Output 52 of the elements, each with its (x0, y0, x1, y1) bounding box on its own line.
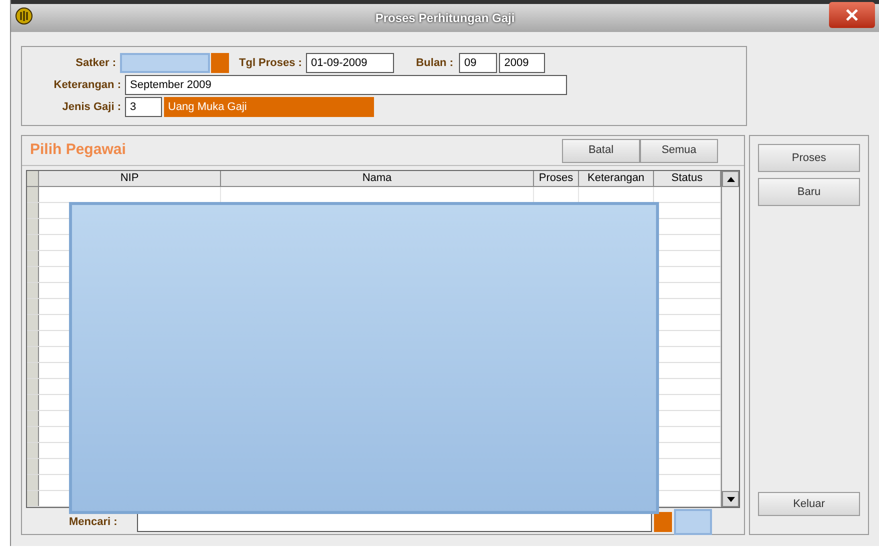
down-arrow-icon (726, 496, 734, 502)
row-header[interactable] (27, 315, 39, 330)
bulan-label: Bulan : (416, 56, 454, 71)
column-header[interactable]: Nama (221, 171, 534, 186)
panel-button[interactable]: Semua (640, 138, 718, 162)
row-header[interactable] (27, 427, 39, 442)
satker-field[interactable] (120, 53, 210, 73)
jenis-gaji-label: Jenis Gaji : (61, 100, 122, 115)
row-header[interactable] (27, 219, 39, 234)
column-header[interactable]: Keterangan (579, 171, 654, 186)
satker-label: Satker : (74, 56, 117, 71)
panel-title: Pilih Pegawai (30, 140, 126, 160)
emblem-icon (15, 7, 33, 25)
close-button[interactable] (829, 2, 875, 28)
keterangan-field[interactable]: September 2009 (125, 75, 567, 95)
search-field[interactable] (137, 512, 652, 532)
side-button[interactable]: Baru (758, 178, 860, 206)
close-icon (845, 9, 859, 21)
row-header[interactable] (27, 235, 39, 250)
tahun-field[interactable]: 2009 (499, 53, 546, 73)
row-header[interactable] (27, 283, 39, 298)
row-header[interactable] (27, 331, 39, 346)
search-color-button[interactable] (654, 512, 672, 532)
row-header[interactable] (27, 379, 39, 394)
window-title: Proses Perhitungan Gaji (375, 10, 515, 27)
search-label: Mencari : (69, 514, 118, 530)
column-header[interactable]: NIP (39, 171, 221, 186)
panel-button[interactable]: Batal (562, 138, 640, 162)
jenis-gaji-code-field[interactable]: 3 (125, 97, 162, 117)
row-header[interactable] (27, 203, 39, 218)
row-header[interactable] (27, 299, 39, 314)
row-header[interactable] (27, 395, 39, 410)
row-header[interactable] (27, 363, 39, 378)
row-header[interactable] (27, 459, 39, 474)
tgl-proses-label: Tgl Proses : (239, 56, 302, 71)
column-header[interactable]: Proses (534, 171, 579, 186)
row-header[interactable] (27, 491, 39, 506)
side-button[interactable]: Proses (758, 144, 860, 172)
exit-button[interactable]: Keluar (758, 492, 860, 516)
row-header[interactable] (27, 411, 39, 426)
row-header[interactable] (27, 187, 39, 202)
up-arrow-icon (726, 176, 734, 182)
search-button[interactable] (674, 509, 712, 535)
row-header[interactable] (27, 475, 39, 490)
row-header[interactable] (27, 443, 39, 458)
scrollbar[interactable] (721, 171, 739, 507)
bulan-field[interactable]: 09 (459, 53, 498, 73)
row-header[interactable] (27, 267, 39, 282)
row-header[interactable] (27, 251, 39, 266)
tgl-proses-field[interactable]: 01-09-2009 (306, 53, 394, 73)
keterangan-label: Keterangan : (52, 78, 122, 93)
row-header[interactable] (27, 347, 39, 362)
